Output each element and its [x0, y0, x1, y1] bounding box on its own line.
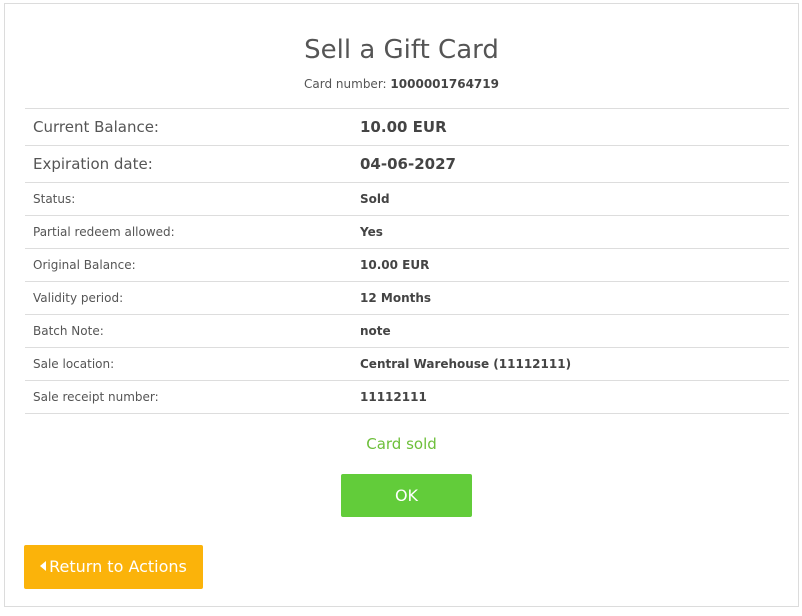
details-label: Original Balance:	[25, 248, 352, 282]
details-row-original-balance: Original Balance: 10.00 EUR	[25, 248, 789, 282]
card-number-value: 1000001764719	[390, 77, 499, 91]
details-value: Sold	[352, 182, 789, 216]
details-value: Yes	[352, 215, 789, 249]
return-to-actions-button[interactable]: Return to Actions	[24, 545, 203, 589]
details-row-expiration-date: Expiration date: 04-06-2027	[25, 145, 789, 183]
status-message: Card sold	[366, 435, 437, 453]
details-row-validity-period: Validity period: 12 Months	[25, 281, 789, 315]
details-row-sale-receipt: Sale receipt number: 11112111	[25, 380, 789, 414]
return-to-actions-label: Return to Actions	[49, 557, 187, 576]
details-label: Status:	[25, 182, 352, 216]
details-value: 11112111	[352, 380, 789, 414]
details-value: 10.00 EUR	[352, 248, 789, 282]
details-row-current-balance: Current Balance: 10.00 EUR	[25, 108, 789, 146]
details-label: Current Balance:	[25, 108, 352, 146]
details-label: Batch Note:	[25, 314, 352, 348]
details-row-batch-note: Batch Note: note	[25, 314, 789, 348]
details-label: Validity period:	[25, 281, 352, 315]
details-row-sale-location: Sale location: Central Warehouse (111121…	[25, 347, 789, 381]
details-row-status: Status: Sold	[25, 182, 789, 216]
details-value: 12 Months	[352, 281, 789, 315]
details-label: Sale location:	[25, 347, 352, 381]
details-label: Expiration date:	[25, 145, 352, 183]
page-title: Sell a Gift Card	[304, 35, 499, 65]
details-value: note	[352, 314, 789, 348]
details-label: Partial redeem allowed:	[25, 215, 352, 249]
caret-left-icon	[40, 561, 47, 571]
card-number-label: Card number:	[304, 77, 387, 91]
details-value: 04-06-2027	[352, 145, 789, 183]
details-value: Central Warehouse (11112111)	[352, 347, 789, 381]
card-number: Card number: 1000001764719	[5, 76, 798, 92]
ok-button[interactable]: OK	[341, 474, 472, 517]
details-label: Sale receipt number:	[25, 380, 352, 414]
details-row-partial-redeem: Partial redeem allowed: Yes	[25, 215, 789, 249]
card-details-table: Current Balance: 10.00 EUR Expiration da…	[25, 108, 789, 414]
details-value: 10.00 EUR	[352, 108, 789, 146]
gift-card-panel: Sell a Gift Card Card number: 1000001764…	[4, 3, 799, 607]
